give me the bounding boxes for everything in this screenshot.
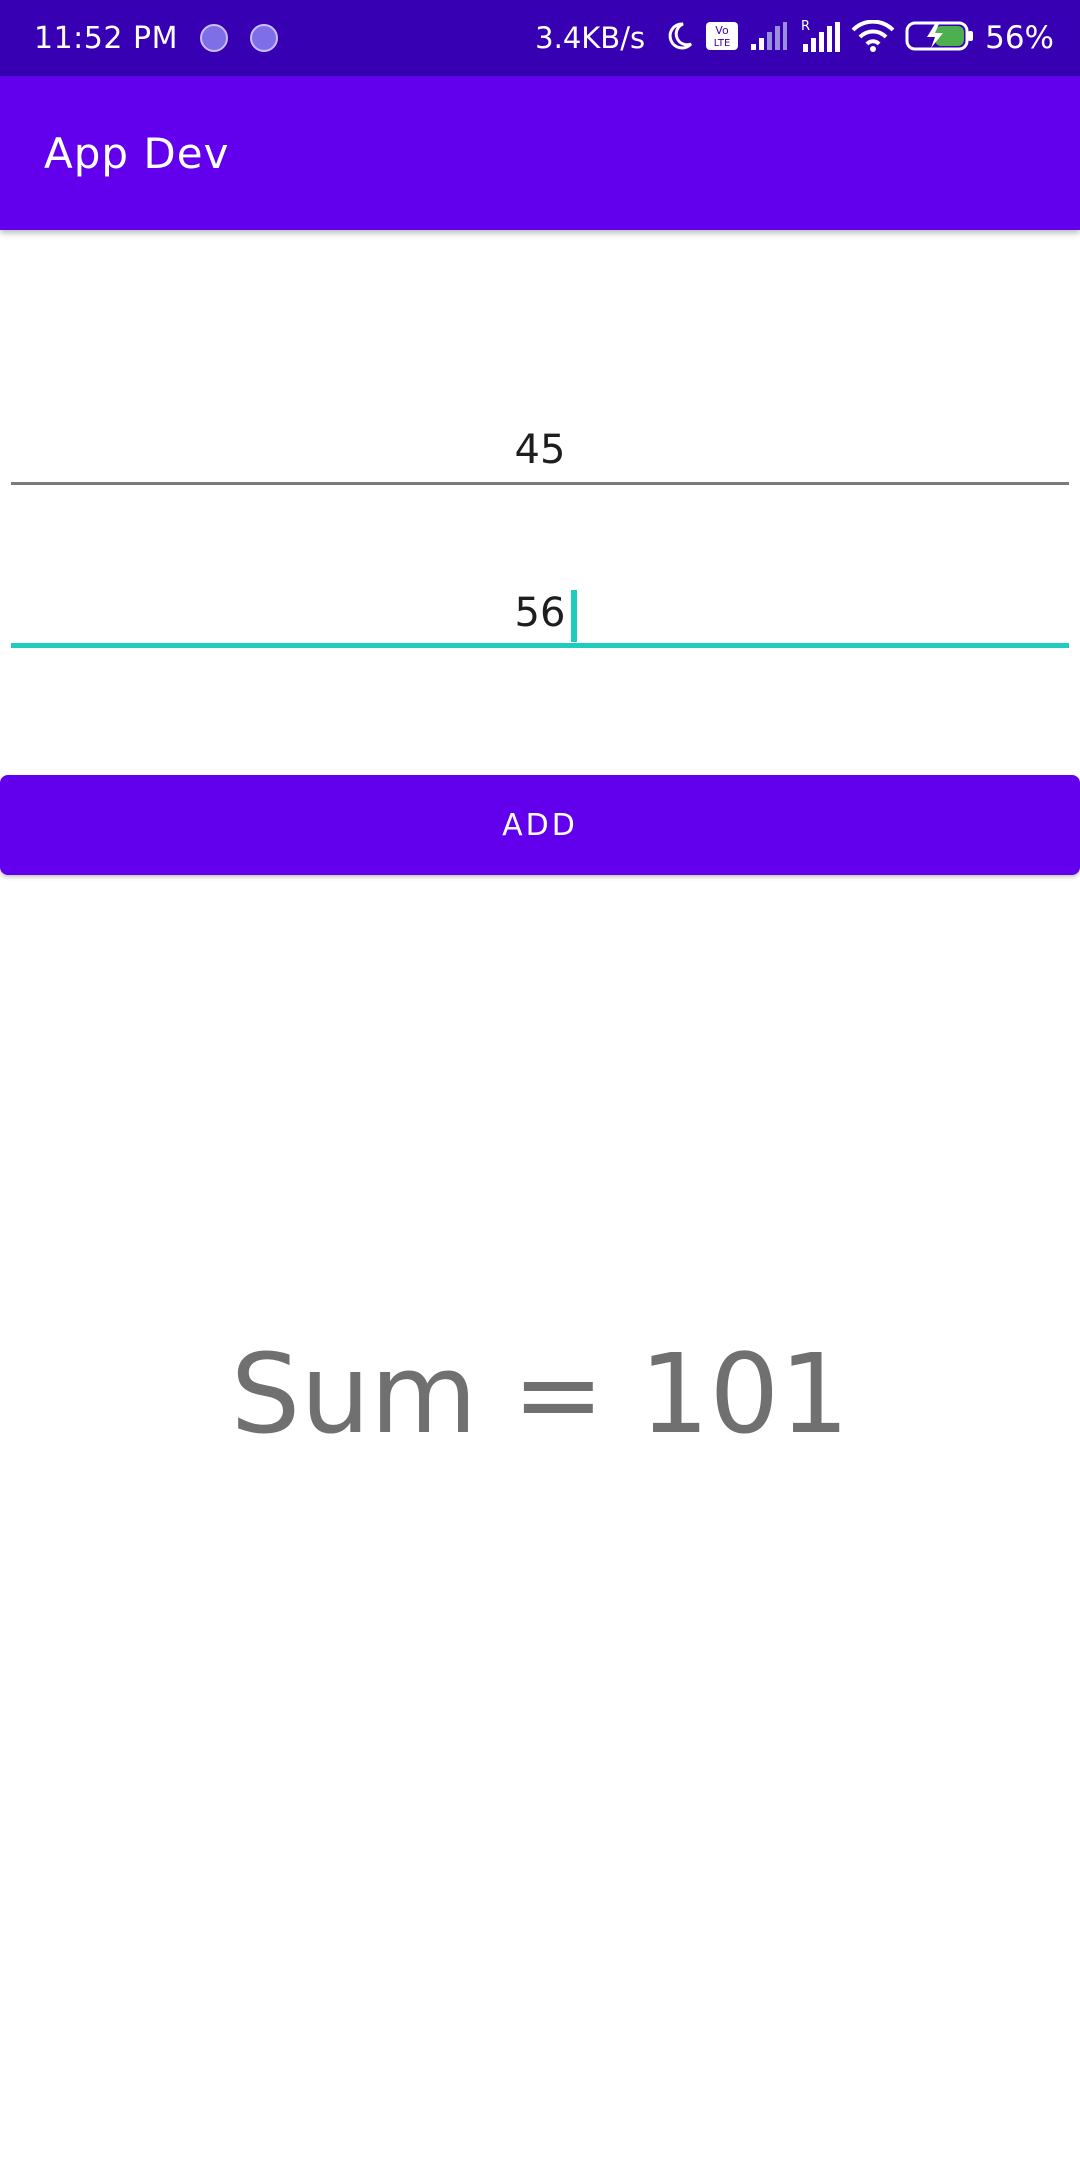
first-number-input[interactable]	[11, 405, 1069, 485]
second-number-underline	[11, 643, 1069, 648]
svg-text:R: R	[801, 19, 810, 34]
signal-icon	[749, 20, 789, 56]
app-title: App Dev	[44, 128, 230, 178]
add-button[interactable]: ADD	[0, 775, 1080, 875]
signal-roaming-icon: R	[799, 18, 841, 58]
net-speed: 3.4KB/s	[535, 21, 646, 55]
second-number-field[interactable]	[11, 568, 1069, 648]
svg-text:Vo: Vo	[715, 24, 729, 37]
svg-text:LTE: LTE	[714, 38, 731, 49]
moon-icon	[663, 20, 695, 56]
status-right: 3.4KB/s Vo LTE R 56%	[535, 18, 1054, 58]
first-number-underline	[11, 482, 1069, 485]
volte-icon: Vo LTE	[705, 20, 739, 56]
status-time: 11:52 PM	[34, 20, 178, 56]
status-left: 11:52 PM	[34, 21, 278, 56]
battery-percent: 56%	[985, 20, 1054, 56]
sum-result: Sum = 101	[230, 1330, 850, 1458]
notification-dot-icon	[249, 24, 278, 52]
wifi-icon	[851, 19, 895, 56]
app-bar: App Dev	[0, 76, 1080, 230]
battery-charging-icon	[905, 20, 975, 56]
status-bar: 11:52 PM 3.4KB/s Vo LTE R 56%	[0, 0, 1080, 76]
notification-dot-icon	[199, 24, 228, 52]
first-number-field[interactable]	[11, 405, 1069, 485]
text-cursor	[571, 590, 577, 642]
second-number-input[interactable]	[11, 568, 1069, 648]
